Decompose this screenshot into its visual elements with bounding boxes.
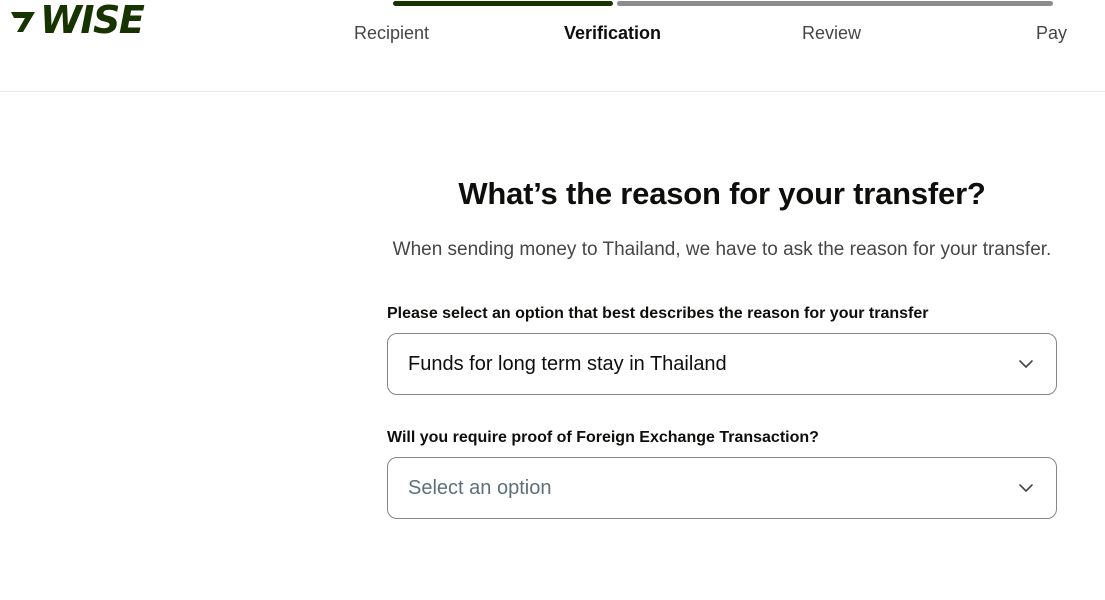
reason-form: What’s the reason for your transfer? Whe… <box>387 172 1057 519</box>
page-title: What’s the reason for your transfer? <box>458 176 986 211</box>
transfer-reason-select[interactable]: Funds for long term stay in Thailand <box>387 333 1057 395</box>
chevron-down-icon <box>1019 360 1033 368</box>
fx-proof-placeholder: Select an option <box>408 476 552 499</box>
fx-proof-field: Will you require proof of Foreign Exchan… <box>387 427 1057 519</box>
top-bar: WISE Recipient Verification Review Pay <box>0 0 1105 92</box>
fx-proof-label: Will you require proof of Foreign Exchan… <box>387 429 819 446</box>
chevron-down-icon <box>1019 484 1033 492</box>
step-labels: Recipient Verification Review Pay <box>0 22 1105 44</box>
progress-completed-segment <box>393 1 613 6</box>
transfer-reason-field: Please select an option that best descri… <box>387 303 1057 395</box>
transfer-reason-label: Please select an option that best descri… <box>387 305 929 322</box>
transfer-reason-selected-value: Funds for long term stay in Thailand <box>408 352 727 375</box>
step-review: Review <box>802 23 862 43</box>
progress-remaining-segment <box>617 1 1053 6</box>
progress-bar <box>393 1 1053 6</box>
page-subtitle: When sending money to Thailand, we have … <box>392 239 1052 260</box>
transfer-reason-page: WISE Recipient Verification Review Pay W… <box>0 0 1105 600</box>
step-pay: Pay <box>1036 23 1068 43</box>
step-verification: Verification <box>564 23 662 43</box>
fx-proof-select[interactable]: Select an option <box>387 457 1057 519</box>
step-recipient[interactable]: Recipient <box>354 22 429 44</box>
